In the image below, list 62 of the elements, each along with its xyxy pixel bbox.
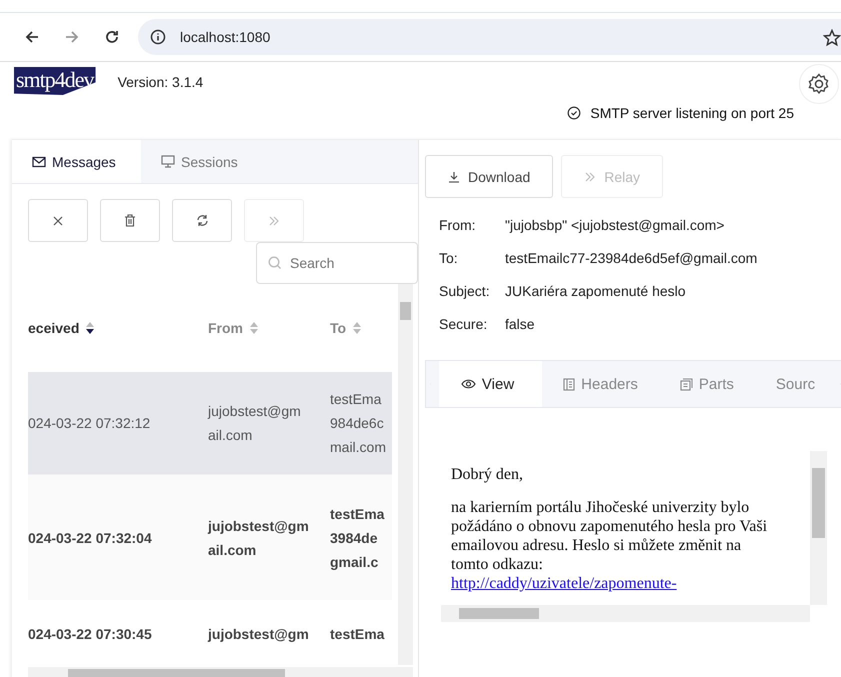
header-label: From:	[439, 216, 477, 232]
toolbar-button[interactable]	[172, 199, 232, 242]
url-text: localhost:1080	[180, 29, 270, 45]
table-cell-text: jujobstest@gm ail.com	[208, 516, 310, 560]
scrollbar[interactable]	[398, 284, 413, 665]
trash-icon	[124, 214, 136, 227]
header-value: "jujobsbp" <jujobstest@gmail.com>	[505, 216, 724, 232]
toolbar-button[interactable]	[100, 199, 160, 242]
document-icon	[563, 378, 576, 390]
header-value: JUKariéra zapomenuté heslo	[505, 282, 686, 298]
table-cell-text: jujobstest@gm ail.com	[208, 402, 302, 445]
table-row[interactable]: 024-03-22 07:32:12 jujobstest@gm ail.com testEma 984de6c mail.com	[28, 372, 392, 474]
header-value: testEmailc77-23984de6d5ef@gmail.com	[505, 250, 758, 266]
table-cell-text: testEma 3984de gmail.c	[330, 504, 386, 572]
refresh-icon	[196, 214, 208, 227]
table-row[interactable]: 024-03-22 07:30:45 jujobstest@gm testEma	[28, 600, 392, 668]
forward-icon[interactable]	[64, 29, 80, 45]
search-field[interactable]: Search	[256, 242, 418, 284]
copy-icon	[680, 378, 693, 390]
check-circle-icon	[567, 106, 582, 120]
table-cell-text: jujobstest@gm	[208, 625, 310, 644]
eye-icon	[460, 379, 476, 389]
table-cell: 024-03-22 07:30:45	[28, 626, 152, 642]
reset-link[interactable]: http://caddy/uzivatele/zapomenute-	[451, 574, 677, 593]
toolbar-button[interactable]	[28, 199, 88, 242]
table-cell-text: testEma	[330, 625, 386, 644]
tab[interactable]: View	[438, 361, 542, 407]
mail-icon	[32, 156, 46, 168]
header-label: Subject:	[439, 282, 491, 298]
table-row[interactable]: 024-03-22 07:32:04 jujobstest@gm ail.com testEma 3984de gmail.c	[28, 474, 392, 600]
download-icon	[448, 170, 460, 182]
address-bar[interactable]: localhost:1080	[138, 19, 841, 55]
reload-icon[interactable]	[104, 29, 120, 45]
action-button[interactable]: Download	[425, 155, 554, 198]
header-label: To:	[439, 250, 459, 266]
table-cell: 024-03-22 07:32:04	[28, 530, 152, 546]
sort-icon[interactable]	[85, 321, 96, 335]
tab[interactable]: Messages	[12, 140, 141, 183]
back-icon[interactable]	[24, 29, 40, 45]
greeting-text: Dobrý den,	[451, 465, 524, 484]
tab[interactable]: Sessions	[141, 140, 258, 183]
header-label: Secure:	[439, 316, 488, 332]
info-icon[interactable]	[150, 29, 166, 45]
header-value: false	[505, 316, 535, 332]
scrollbar[interactable]	[441, 605, 810, 622]
body-text: na karierním portálu Jihočeské univerzity bylo požádáno o obnovu zapomenutého hesla pro Vaši emailovou adresu. Heslo si můžete změnit na tomto odkazu:	[451, 498, 768, 574]
scrollbar[interactable]	[810, 451, 827, 605]
version-text: Version: 3.1.4	[118, 74, 204, 90]
settings-button[interactable]	[799, 64, 839, 104]
table-cell: 024-03-22 07:32:12	[28, 415, 150, 431]
column-header[interactable]: eceived	[28, 320, 80, 336]
double-chevron-icon	[268, 214, 280, 226]
settings-icon	[807, 72, 831, 96]
column-header[interactable]: From	[208, 320, 243, 336]
column-header[interactable]: To	[330, 320, 346, 336]
star-icon[interactable]	[823, 29, 841, 47]
double-chevron-icon	[584, 170, 596, 182]
status-text: SMTP server listening on port 25	[590, 105, 794, 121]
close-icon	[52, 214, 64, 226]
search-icon	[268, 256, 282, 270]
monitor-icon	[161, 155, 175, 168]
table-cell-text: testEma 984de6c mail.com	[330, 390, 388, 457]
